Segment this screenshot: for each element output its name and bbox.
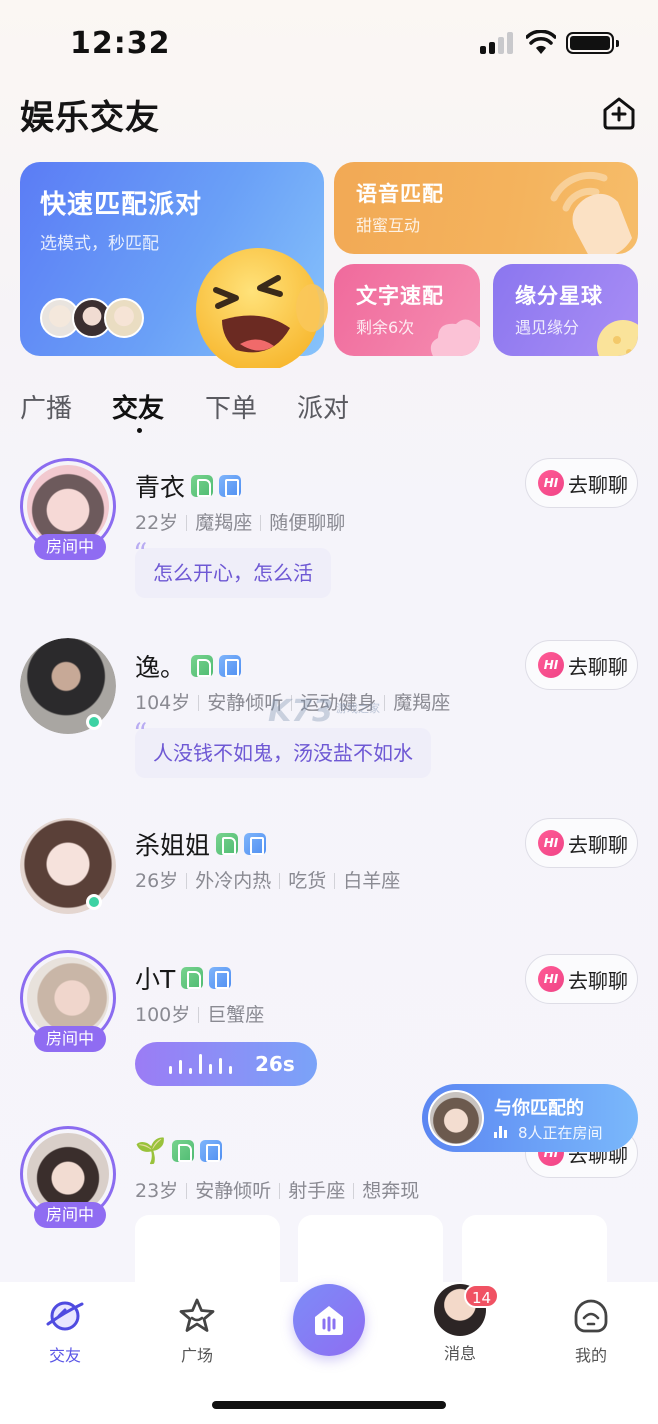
nav-friends[interactable]: 交友: [25, 1296, 105, 1366]
party-avatars: [40, 298, 150, 342]
add-room-icon[interactable]: [600, 94, 638, 132]
user-name: 逸。: [135, 653, 186, 682]
match-subtitle: 8人正在房间: [518, 1124, 603, 1142]
page-title: 娱乐交友: [20, 98, 160, 138]
voice-match-card[interactable]: 语音匹配 甜蜜互动: [334, 162, 638, 254]
online-status-dot: [86, 714, 102, 730]
in-room-badge: 房间中: [34, 1202, 106, 1228]
user-quote: “人没钱不如鬼，汤没盐不如水: [133, 720, 431, 778]
watermark-logo: K73: [268, 694, 333, 729]
tab-broadcast[interactable]: 广播: [20, 388, 72, 425]
avatar: [428, 1090, 484, 1146]
user-info: 26岁 外冷内热 吃货 白羊座: [135, 870, 401, 892]
battery-icon: [566, 32, 619, 54]
user-name-line: 青衣: [135, 468, 242, 504]
user-info: 100岁 巨蟹座: [135, 1004, 265, 1026]
hi-icon: HI: [538, 830, 564, 856]
home-indicator: [212, 1401, 446, 1409]
status-bar: 12:32: [0, 0, 658, 88]
avatar[interactable]: 房间中: [20, 950, 116, 1052]
user-name: 🌱: [135, 1136, 167, 1165]
verified-tag-icon: [172, 1140, 195, 1162]
verified-tag-icon: [191, 475, 214, 497]
voice-wave-icon: [494, 1126, 510, 1138]
status-time: 12:32: [70, 26, 171, 61]
user-name: 杀姐姐: [135, 831, 211, 860]
verified-tag-icon: [216, 833, 239, 855]
user-info: 22岁 魔羯座 随便聊聊: [135, 512, 346, 534]
user-quote: “怎么开心，怎么活: [133, 540, 331, 598]
nav-mine[interactable]: 我的: [551, 1296, 631, 1366]
avatar[interactable]: [20, 818, 116, 914]
cloud-icon: [430, 319, 480, 356]
card-title: 文字速配: [356, 284, 444, 308]
home-wave-icon: [315, 1306, 343, 1335]
chat-button[interactable]: HI 去聊聊: [525, 818, 638, 868]
card-title: 快速匹配派对: [40, 190, 203, 220]
user-info: 23岁 安静倾听 射手座 想奔现: [135, 1180, 420, 1202]
verified-tag-icon: [181, 967, 204, 989]
voice-wave-icon: [169, 1054, 239, 1074]
laughing-emoji-icon: [196, 248, 328, 368]
in-room-badge: 房间中: [34, 534, 106, 560]
active-tab-indicator: [137, 428, 142, 433]
chat-button[interactable]: HI 去聊聊: [525, 640, 638, 690]
hi-icon: HI: [538, 470, 564, 496]
planet-icon: [46, 1301, 84, 1331]
wifi-icon: [526, 30, 556, 54]
user-name-line: 杀姐姐: [135, 826, 267, 862]
user-name-line: 逸。: [135, 648, 242, 684]
hi-icon: HI: [538, 966, 564, 992]
phone-tag-icon: [244, 833, 267, 855]
user-name-line: 🌱: [135, 1136, 223, 1166]
quote-icon: “: [133, 717, 148, 750]
avatar[interactable]: 房间中: [20, 458, 116, 560]
verified-tag-icon: [191, 655, 214, 677]
online-status-dot: [86, 894, 102, 910]
card-title: 缘分星球: [515, 284, 603, 308]
quote-icon: “: [133, 537, 148, 570]
unread-badge: 14: [464, 1284, 500, 1308]
in-room-badge: 房间中: [34, 1026, 106, 1052]
user-name: 小T: [135, 965, 176, 994]
voice-message-button[interactable]: 26s: [135, 1042, 317, 1086]
phone-tag-icon: [209, 967, 232, 989]
planet-icon: [597, 320, 638, 356]
avatar[interactable]: [20, 638, 116, 734]
tab-party[interactable]: 派对: [297, 388, 349, 425]
star-icon: [179, 1298, 215, 1332]
create-room-button[interactable]: [293, 1284, 365, 1356]
tab-orders[interactable]: 下单: [205, 388, 257, 425]
nav-square[interactable]: 广场: [157, 1296, 237, 1366]
profile-icon: [574, 1299, 608, 1333]
fate-planet-card[interactable]: 缘分星球 遇见缘分: [493, 264, 638, 356]
hi-icon: HI: [538, 652, 564, 678]
match-title: 与你匹配的: [494, 1098, 584, 1119]
avatar[interactable]: 房间中: [20, 1126, 116, 1228]
nav-messages[interactable]: 14 消息: [420, 1284, 500, 1364]
phone-handset-icon: [550, 171, 632, 254]
phone-tag-icon: [219, 475, 242, 497]
voice-duration: 26s: [255, 1052, 295, 1076]
text-match-card[interactable]: 文字速配 剩余6次: [334, 264, 480, 356]
chat-button[interactable]: HI 去聊聊: [525, 458, 638, 508]
user-name: 青衣: [135, 473, 186, 502]
chat-button[interactable]: HI 去聊聊: [525, 954, 638, 1004]
watermark-text: 游戏之家: [336, 702, 380, 715]
phone-tag-icon: [219, 655, 242, 677]
avatar: [104, 298, 144, 338]
user-name-line: 小T: [135, 960, 232, 996]
signal-icon: [480, 32, 516, 54]
tab-friends[interactable]: 交友: [112, 388, 164, 425]
phone-tag-icon: [200, 1140, 223, 1162]
match-floating-button[interactable]: 与你匹配的 8人正在房间: [422, 1084, 638, 1152]
